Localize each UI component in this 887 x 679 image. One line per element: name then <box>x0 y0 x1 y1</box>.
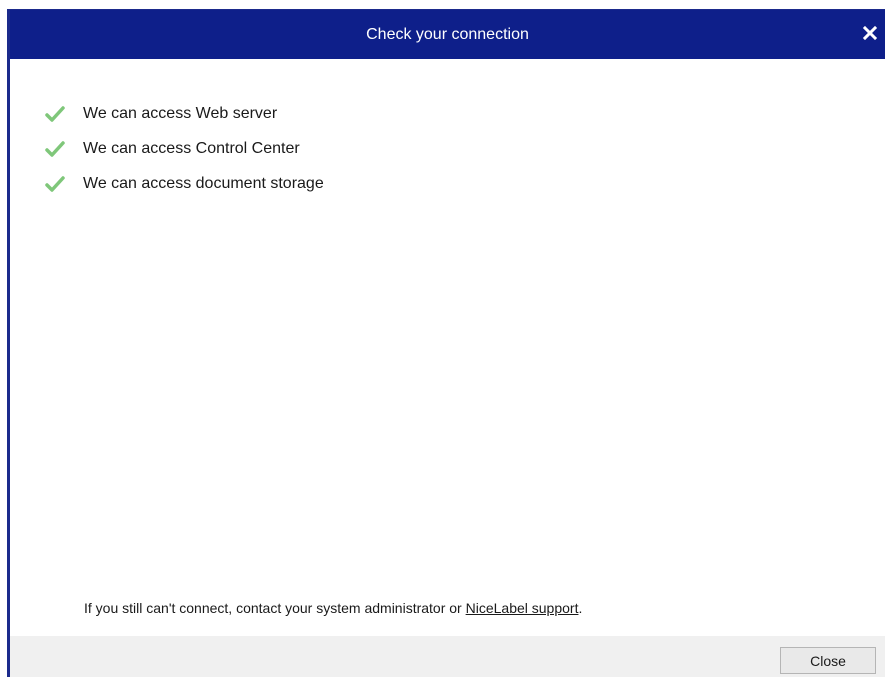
support-note-end: . <box>578 600 583 616</box>
connection-checks-list: We can access Web server We can access C… <box>44 96 324 201</box>
check-item-web-server: We can access Web server <box>44 96 324 131</box>
check-item-document-storage: We can access document storage <box>44 166 324 201</box>
support-note: If you still can't connect, contact your… <box>84 600 582 616</box>
close-icon[interactable] <box>859 22 881 44</box>
check-label: We can access Control Center <box>83 139 300 157</box>
checkmark-icon <box>44 173 66 195</box>
connection-dialog: Check your connection We can access Web … <box>7 9 885 677</box>
support-note-text: If you still can't connect, contact your… <box>84 600 466 616</box>
close-button[interactable]: Close <box>780 647 876 674</box>
dialog-button-bar: Close <box>10 636 885 677</box>
checkmark-icon <box>44 103 66 125</box>
check-label: We can access Web server <box>83 104 278 122</box>
checkmark-icon <box>44 138 66 160</box>
dialog-titlebar: Check your connection <box>10 10 885 59</box>
nicelabel-support-link[interactable]: NiceLabel support <box>466 600 579 616</box>
dialog-title: Check your connection <box>366 25 529 43</box>
check-item-control-center: We can access Control Center <box>44 131 324 166</box>
check-label: We can access document storage <box>83 174 324 192</box>
